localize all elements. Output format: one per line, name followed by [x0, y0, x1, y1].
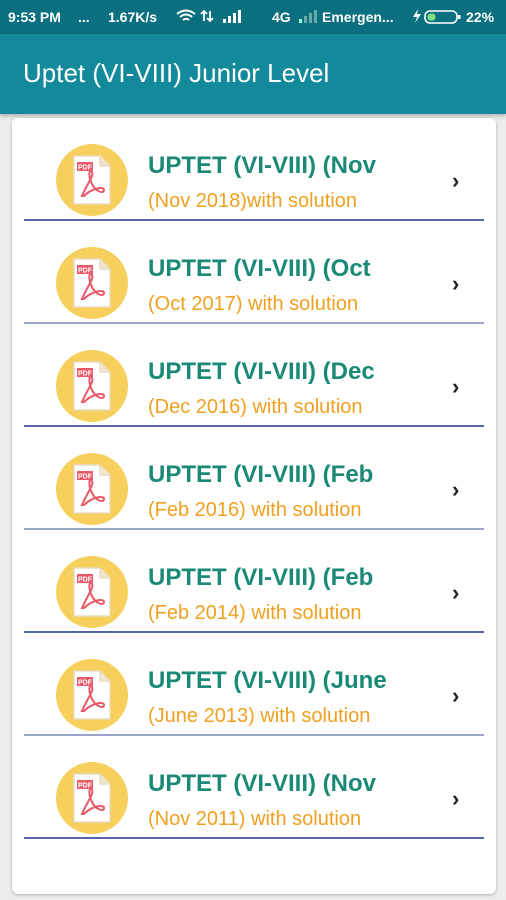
- chevron-right-icon: ›: [452, 271, 460, 296]
- item-subtitle: (Nov 2011) with solution: [148, 808, 362, 830]
- app-bar: Uptet (VI-VIII) Junior Level: [0, 34, 506, 114]
- item-title: UPTET (VI-VIII) (Feb: [148, 461, 374, 488]
- page-title: Uptet (VI-VIII) Junior Level: [23, 58, 330, 88]
- item-title: UPTET (VI-VIII) (June: [148, 667, 387, 694]
- signal-icon: [222, 9, 244, 26]
- list-item[interactable]: PDF UPTET (VI-VIII) (Oct (Oct 2017) with s…: [24, 221, 484, 324]
- pdf-icon: PDF: [56, 350, 128, 422]
- list-item[interactable]: PDF UPTET (VI-VIII) (Nov (Nov 2018)with so…: [24, 118, 484, 221]
- status-battery: 22%: [466, 9, 495, 25]
- chevron-right-icon: ›: [452, 580, 460, 605]
- status-network: 4G: [272, 9, 291, 25]
- item-title: UPTET (VI-VIII) (Feb: [148, 564, 374, 591]
- pdf-icon: PDF: [56, 453, 128, 525]
- item-subtitle: (Feb 2014) with solution: [148, 602, 362, 624]
- pdf-icon: PDF: [56, 762, 128, 834]
- status-speed: 1.67K/s: [108, 9, 158, 25]
- chevron-right-icon: ›: [452, 374, 460, 399]
- status-dots: ...: [78, 9, 90, 25]
- battery-icon: [424, 9, 462, 28]
- status-carrier: Emergen...: [322, 9, 394, 25]
- item-subtitle: (June 2013) with solution: [148, 705, 371, 727]
- charging-icon: [412, 9, 422, 26]
- chevron-right-icon: ›: [452, 477, 460, 502]
- status-bar: 9:53 PM ... 1.67K/s 4G Emergen... 22%: [0, 0, 506, 34]
- pdf-icon: PDF: [56, 247, 128, 319]
- list-item[interactable]: PDF UPTET (VI-VIII) (Feb (Feb 2016) with s…: [24, 427, 484, 530]
- item-subtitle: (Dec 2016) with solution: [148, 396, 363, 418]
- item-subtitle: (Feb 2016) with solution: [148, 499, 362, 521]
- pdf-icon: PDF: [56, 144, 128, 216]
- chevron-right-icon: ›: [452, 683, 460, 708]
- paper-list: PDF UPTET (VI-VIII) (Nov (Nov 2018)with so…: [24, 118, 484, 839]
- chevron-right-icon: ›: [452, 786, 460, 811]
- item-subtitle: (Nov 2018)with solution: [148, 190, 357, 212]
- item-title: UPTET (VI-VIII) (Nov: [148, 152, 376, 179]
- list-item[interactable]: PDF UPTET (VI-VIII) (Dec (Dec 2016) with s…: [24, 324, 484, 427]
- pdf-icon: PDF: [56, 556, 128, 628]
- item-title: UPTET (VI-VIII) (Dec: [148, 358, 375, 385]
- signal-weak-icon: [298, 9, 318, 26]
- paper-list-card: PDF UPTET (VI-VIII) (Nov (Nov 2018)with so…: [12, 118, 496, 894]
- status-time: 9:53 PM: [8, 9, 61, 25]
- item-subtitle: (Oct 2017) with solution: [148, 293, 359, 315]
- list-item[interactable]: PDF UPTET (VI-VIII) (Nov (Nov 2011) with s…: [24, 736, 484, 839]
- list-item[interactable]: PDF UPTET (VI-VIII) (June (June 2013) with…: [24, 633, 484, 736]
- chevron-right-icon: ›: [452, 168, 460, 193]
- item-title: UPTET (VI-VIII) (Nov: [148, 770, 376, 797]
- wifi-icon: [176, 9, 196, 26]
- list-item[interactable]: PDF UPTET (VI-VIII) (Feb (Feb 2014) with s…: [24, 530, 484, 633]
- pdf-icon: PDF: [56, 659, 128, 731]
- data-arrows-icon: [200, 9, 214, 26]
- item-title: UPTET (VI-VIII) (Oct: [148, 255, 371, 282]
